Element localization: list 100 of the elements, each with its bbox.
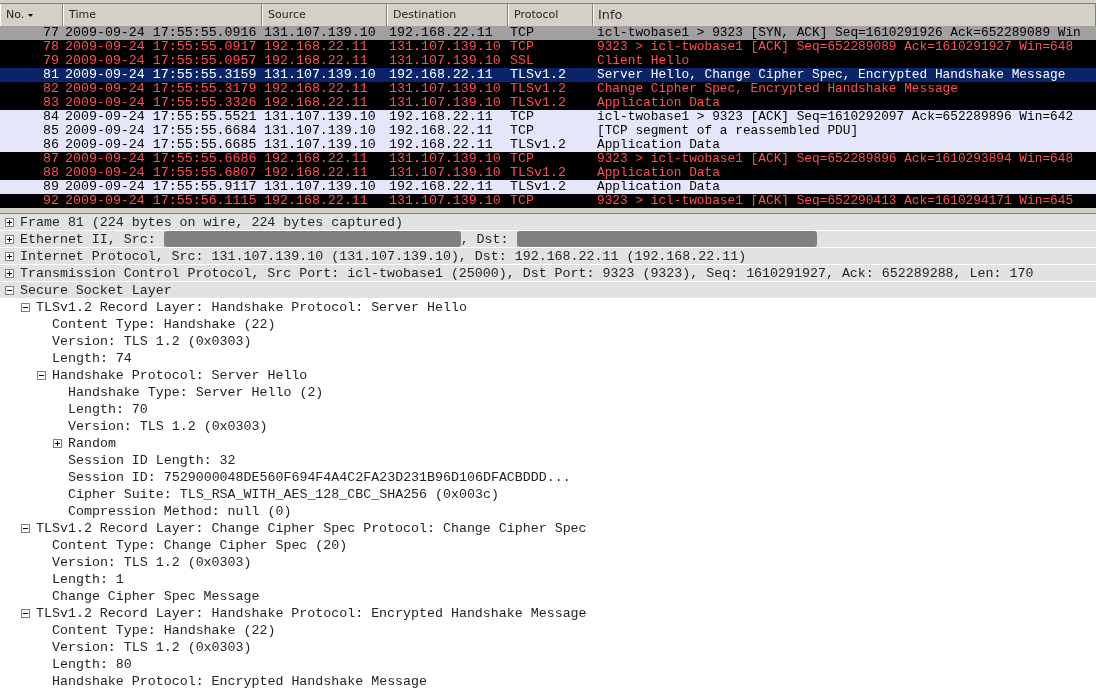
table-cell-text: 79 xyxy=(42,54,60,68)
table-cell-text: Application Data xyxy=(596,180,721,194)
tree-item[interactable]: Compression Method: null (0) xyxy=(68,503,292,520)
table-cell-text: TLSv1.2 xyxy=(509,166,567,180)
table-cell-text: 2009-09-24 17:55:55.3326 xyxy=(64,96,258,110)
table-cell-text: TLSv1.2 xyxy=(509,82,567,96)
tree-item[interactable]: TLSv1.2 Record Layer: Handshake Protocol: Server Hello xyxy=(36,299,467,316)
collapse-icon[interactable] xyxy=(21,303,30,312)
tree-item[interactable]: Content Type: Handshake (22) xyxy=(52,316,276,333)
table-cell-text: 131.107.139.10 xyxy=(263,124,377,138)
table-cell-text: 131.107.139.10 xyxy=(263,138,377,152)
table-cell-text: 2009-09-24 17:55:55.3159 xyxy=(64,68,258,82)
table-cell-text: 9323 > icl-twobase1 [ACK] Seq=652289089 Ack=1610291927 Win=648 xyxy=(596,40,1075,54)
tree-item[interactable]: Handshake Protocol: Encrypted Handshake Message xyxy=(52,673,428,690)
packet-row[interactable]: 89 2009-09-24 17:55:55.9117 131.107.139.10 192.168.22.11 TLSv1.2 Application Data xyxy=(0,180,1096,194)
tree-item[interactable]: Version: TLS 1.2 (0x0303) xyxy=(52,333,252,350)
collapse-icon[interactable] xyxy=(21,524,30,533)
table-cell-text: 82 xyxy=(42,82,60,96)
table-cell-text: TCP xyxy=(509,194,535,206)
expand-icon[interactable] xyxy=(5,217,14,227)
tree-item[interactable]: Version: TLS 1.2 (0x0303) xyxy=(52,639,252,656)
packet-row[interactable]: 81 2009-09-24 17:55:55.3159 131.107.139.10 192.168.22.11 TLSv1.2 Server Hello, Change Cipher Spec, Encrypted Handshake Message xyxy=(0,68,1096,82)
table-cell-text: icl-twobase1 > 9323 [SYN, ACK] Seq=1610291926 Ack=652289089 Win xyxy=(596,26,1082,40)
collapse-icon[interactable] xyxy=(5,285,14,295)
table-cell-text: 9323 > icl-twobase1 [ACK] Seq=652290413 Ack=1610294171 Win=645 xyxy=(596,194,1075,206)
table-cell-text: 2009-09-24 17:55:55.6686 xyxy=(64,152,258,166)
tree-item[interactable]: Handshake Type: Server Hello (2) xyxy=(68,384,324,401)
table-cell-text: 86 xyxy=(42,138,60,152)
tree-item[interactable]: Secure Socket Layer xyxy=(20,281,172,299)
table-cell-text: 2009-09-24 17:55:55.0957 xyxy=(64,54,258,68)
tree-item[interactable]: Version: TLS 1.2 (0x0303) xyxy=(52,554,252,571)
packet-row[interactable]: 82 2009-09-24 17:55:55.3179 192.168.22.11 131.107.139.10 TLSv1.2 Change Cipher Spec, Encrypted Handshake Message xyxy=(0,82,1096,96)
expand-icon[interactable] xyxy=(5,251,14,261)
table-cell-text: TLSv1.2 xyxy=(509,138,567,152)
table-cell-text: 131.107.139.10 xyxy=(388,96,502,110)
packet-row[interactable]: 88 2009-09-24 17:55:55.6807 192.168.22.11 131.107.139.10 TLSv1.2 Application Data xyxy=(0,166,1096,180)
table-cell-text: 81 xyxy=(42,68,60,82)
table-cell-text: 2009-09-24 17:55:55.6684 xyxy=(64,124,258,138)
packet-row[interactable]: 77 2009-09-24 17:55:55.0916 131.107.139.10 192.168.22.11 TCP icl-twobase1 > 9323 [SYN, ACK] Seq=1610291926 Ack=652289089 Win xyxy=(0,26,1096,40)
tree-item[interactable]: Length: 70 xyxy=(68,401,148,418)
table-cell-text: Client Hello xyxy=(596,54,691,68)
tree-item[interactable]: Cipher Suite: TLS_RSA_WITH_AES_128_CBC_SHA256 (0x003c) xyxy=(68,486,499,503)
packet-row[interactable]: 84 2009-09-24 17:55:55.5521 131.107.139.10 192.168.22.11 TCP icl-twobase1 > 9323 [ACK] Seq=1610292097 Ack=652289896 Win=642 xyxy=(0,110,1096,124)
collapse-icon[interactable] xyxy=(37,371,46,380)
packet-row[interactable]: 87 2009-09-24 17:55:55.6686 192.168.22.11 131.107.139.10 TCP 9323 > icl-twobase1 [ACK] Seq=652289896 Ack=1610293894 Win=648 xyxy=(0,152,1096,166)
tree-item[interactable]: Length: 1 xyxy=(52,571,124,588)
packet-row[interactable]: 85 2009-09-24 17:55:55.6684 131.107.139.10 192.168.22.11 TCP [TCP segment of a reassembled PDU] xyxy=(0,124,1096,138)
table-cell-text: 131.107.139.10 xyxy=(388,166,502,180)
tree-item[interactable]: Change Cipher Spec Message xyxy=(52,588,260,605)
table-cell-text: 192.168.22.11 xyxy=(263,166,369,180)
table-cell-text: 192.168.22.11 xyxy=(263,194,369,206)
table-cell-text: 131.107.139.10 xyxy=(263,68,377,82)
table-cell-text: 77 xyxy=(42,26,60,40)
expand-icon[interactable] xyxy=(53,439,62,448)
tree-item[interactable]: TLSv1.2 Record Layer: Handshake Protocol: Encrypted Handshake Message xyxy=(36,605,587,622)
table-cell-text: 131.107.139.10 xyxy=(388,82,502,96)
tree-item[interactable]: Length: 74 xyxy=(52,350,132,367)
table-cell-text: 9323 > icl-twobase1 [ACK] Seq=652289896 Ack=1610293894 Win=648 xyxy=(596,152,1075,166)
table-cell-text: 2009-09-24 17:55:55.9117 xyxy=(64,180,258,194)
table-cell-text: 192.168.22.11 xyxy=(263,40,369,54)
table-cell-text: 2009-09-24 17:55:55.5521 xyxy=(64,110,258,124)
table-cell-text: 89 xyxy=(42,180,60,194)
table-cell-text: TCP xyxy=(509,152,535,166)
packet-row[interactable]: 79 2009-09-24 17:55:55.0957 192.168.22.11 131.107.139.10 SSL Client Hello xyxy=(0,54,1096,68)
tree-item[interactable]: Handshake Protocol: Server Hello xyxy=(52,367,308,384)
table-cell-text: icl-twobase1 > 9323 [ACK] Seq=1610292097 Ack=652289896 Win=642 xyxy=(596,110,1075,124)
table-cell-text: 192.168.22.11 xyxy=(388,68,494,82)
tree-item[interactable]: Version: TLS 1.2 (0x0303) xyxy=(68,418,268,435)
table-cell-text: 192.168.22.11 xyxy=(388,124,494,138)
tree-item[interactable]: Session ID: 7529000048DE560F694F4A4C2FA23D231B96D106DFACBDDD... xyxy=(68,469,571,486)
packet-row[interactable]: 83 2009-09-24 17:55:55.3326 192.168.22.11 131.107.139.10 TLSv1.2 Application Data xyxy=(0,96,1096,110)
table-cell-text: 2009-09-24 17:55:56.1115 xyxy=(64,194,258,206)
tree-item[interactable]: Content Type: Change Cipher Spec (20) xyxy=(52,537,348,554)
table-cell-text: 131.107.139.10 xyxy=(388,40,502,54)
table-cell-text: 2009-09-24 17:55:55.0917 xyxy=(64,40,258,54)
expand-icon[interactable] xyxy=(5,268,14,278)
table-cell-text: 131.107.139.10 xyxy=(388,194,502,206)
tree-item[interactable]: TLSv1.2 Record Layer: Change Cipher Spec Protocol: Change Cipher Spec xyxy=(36,520,587,537)
table-cell-text: 92 xyxy=(42,194,60,206)
table-cell-text: 85 xyxy=(42,124,60,138)
collapse-icon[interactable] xyxy=(21,609,30,618)
table-cell-text: Application Data xyxy=(596,138,721,152)
table-cell-text: SSL xyxy=(509,54,535,68)
tree-item[interactable]: Content Type: Handshake (22) xyxy=(52,622,276,639)
packet-row[interactable]: 92 2009-09-24 17:55:56.1115 192.168.22.11 131.107.139.10 TCP 9323 > icl-twobase1 [ACK] Seq=652290413 Ack=1610294171 Win=645 xyxy=(0,194,1096,206)
packet-row[interactable]: 86 2009-09-24 17:55:55.6685 131.107.139.10 192.168.22.11 TLSv1.2 Application Data xyxy=(0,138,1096,152)
tree-item[interactable]: Session ID Length: 32 xyxy=(68,452,236,469)
table-cell-text: 83 xyxy=(42,96,60,110)
table-cell-text: [TCP segment of a reassembled PDU] xyxy=(596,124,860,138)
table-cell-text: 192.168.22.11 xyxy=(388,26,494,40)
table-cell-text: 192.168.22.11 xyxy=(388,110,494,124)
table-cell-text: 192.168.22.11 xyxy=(263,82,369,96)
tree-item[interactable]: Random xyxy=(68,435,116,452)
table-cell-text: 192.168.22.11 xyxy=(263,96,369,110)
table-cell-text: 192.168.22.11 xyxy=(388,138,494,152)
tree-item[interactable]: Length: 80 xyxy=(52,656,132,673)
expand-icon[interactable] xyxy=(5,234,14,244)
table-cell-text: 87 xyxy=(42,152,60,166)
packet-row[interactable]: 78 2009-09-24 17:55:55.0917 192.168.22.11 131.107.139.10 TCP 9323 > icl-twobase1 [ACK] Seq=652289089 Ack=1610291927 Win=648 xyxy=(0,40,1096,54)
table-cell-text: Change Cipher Spec, Encrypted Handshake Message xyxy=(596,82,959,96)
